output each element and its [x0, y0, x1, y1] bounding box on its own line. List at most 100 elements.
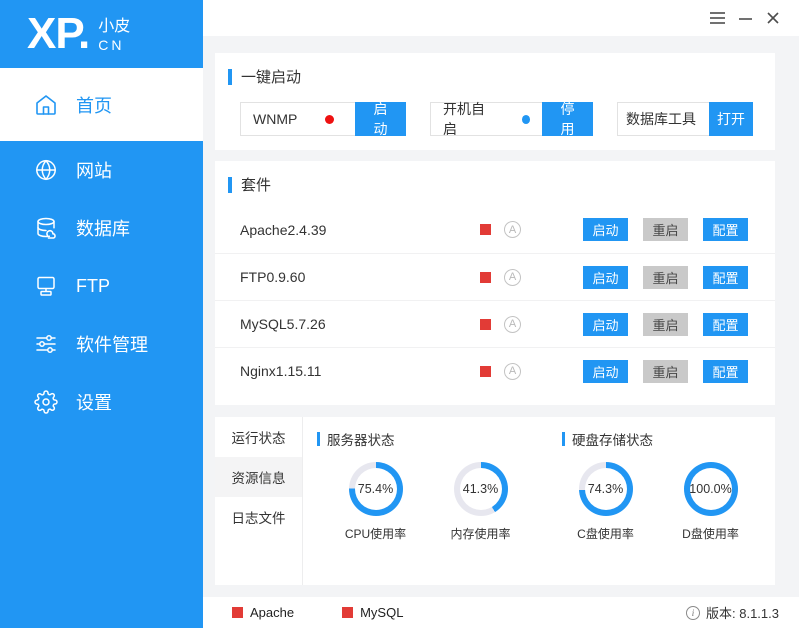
logo-sub-top: 小皮 [98, 17, 131, 35]
quick-group-wnmp: WNMP 启动 [240, 101, 406, 137]
database-icon [33, 215, 59, 241]
server-status-section: 服务器状态 75.4% CPU使用率 41.3% 内存使用率 [303, 429, 548, 585]
monitor-icon [33, 273, 59, 299]
config-button[interactable]: 配置 [703, 265, 748, 289]
gear-icon [33, 389, 59, 415]
start-button[interactable]: 启动 [583, 312, 628, 336]
wnmp-mode-box[interactable]: WNMP [240, 102, 355, 136]
suite-row-mysql: MySQL5.7.26 A 启动 重启 配置 [215, 300, 775, 347]
sidebar-item-website[interactable]: 网站 [0, 141, 203, 199]
quick-group-autostart: 开机自启 停用 [430, 101, 593, 137]
sidebar: XP. 小皮 CN 首页 网站 数据库 FTP 软件管理 设置 [0, 0, 203, 628]
stopped-status-icon [480, 318, 491, 330]
suite-title: 套件 [241, 177, 272, 194]
autostart-disable-button[interactable]: 停用 [541, 101, 593, 137]
config-button[interactable]: 配置 [703, 359, 748, 383]
server-status-title: 服务器状态 [327, 433, 395, 448]
restart-button[interactable]: 重启 [643, 265, 688, 289]
cpu-percent: 75.4% [354, 468, 397, 510]
config-button[interactable]: 配置 [703, 312, 748, 336]
sidebar-item-home[interactable]: 首页 [0, 68, 203, 141]
autostart-badge-icon[interactable]: A [504, 362, 521, 380]
sidebar-item-label: FTP [76, 275, 110, 296]
accent-bar [228, 176, 232, 193]
status-card: 运行状态 资源信息 日志文件 服务器状态 75.4% CPU使用率 41.3% [215, 417, 775, 585]
logo-xp-text: XP. [27, 9, 90, 58]
footer-service-name: Apache [250, 605, 295, 620]
sidebar-item-software[interactable]: 软件管理 [0, 315, 203, 373]
quick-start-title: 一键启动 [241, 69, 302, 86]
logo-sub-bottom: CN [98, 36, 125, 53]
stopped-status-icon [480, 224, 491, 235]
autostart-badge-icon[interactable]: A [504, 221, 521, 238]
status-dot-blue [521, 114, 530, 124]
disk-c-gauge: 74.3% C盘使用率 [553, 462, 658, 542]
disk-status-title: 硬盘存储状态 [572, 433, 653, 448]
dbtool-open-button[interactable]: 打开 [709, 102, 753, 136]
version-label: 版本: 8.1.1.3 [706, 606, 779, 621]
cpu-gauge: 75.4% CPU使用率 [323, 462, 428, 542]
sidebar-item-label: 首页 [76, 95, 112, 116]
start-button[interactable]: 启动 [583, 265, 628, 289]
sidebar-item-database[interactable]: 数据库 [0, 199, 203, 257]
restart-button[interactable]: 重启 [643, 218, 688, 241]
tab-resource-info[interactable]: 资源信息 [215, 457, 302, 497]
disk-d-gauge: 100.0% D盘使用率 [658, 462, 763, 542]
stopped-status-icon [480, 271, 491, 283]
suite-card: 套件 Apache2.4.39 A 启动 重启 配置 FTP0.9.60 A 启… [215, 161, 775, 405]
memory-gauge-label: 内存使用率 [450, 527, 511, 541]
sidebar-item-label: 网站 [76, 161, 112, 181]
service-name: MySQL5.7.26 [240, 316, 326, 332]
minimize-icon[interactable] [731, 5, 759, 31]
status-dot-red [325, 114, 335, 124]
sidebar-item-label: 软件管理 [76, 335, 148, 355]
autostart-badge-icon[interactable]: A [504, 315, 521, 333]
memory-donut: 41.3% [453, 462, 508, 516]
stopped-status-icon [342, 607, 354, 618]
accent-bar [317, 432, 320, 446]
service-name: FTP0.9.60 [240, 269, 306, 285]
autostart-badge-icon[interactable]: A [504, 268, 521, 286]
quick-start-card: 一键启动 WNMP 启动 开机自启 停用 数据库工具 打开 [215, 53, 775, 150]
disk-d-gauge-label: D盘使用率 [682, 527, 739, 541]
disk-c-donut: 74.3% [578, 462, 633, 516]
tab-log-files[interactable]: 日志文件 [215, 497, 302, 537]
sidebar-item-settings[interactable]: 设置 [0, 373, 203, 431]
titlebar [203, 0, 799, 36]
disk-status-section: 硬盘存储状态 74.3% C盘使用率 100.0% D盘使用率 [548, 429, 775, 585]
disk-d-donut: 100.0% [683, 462, 738, 516]
memory-gauge: 41.3% 内存使用率 [428, 462, 533, 542]
tab-running-status[interactable]: 运行状态 [215, 417, 302, 457]
start-all-button[interactable]: 启动 [354, 101, 406, 137]
sliders-icon [33, 331, 59, 357]
app-logo: XP. 小皮 CN [0, 0, 203, 68]
close-icon[interactable] [759, 5, 787, 31]
autostart-box[interactable]: 开机自启 [430, 101, 542, 137]
menu-icon[interactable] [703, 5, 731, 31]
stopped-status-icon [480, 365, 491, 377]
disk-d-percent: 100.0% [689, 468, 732, 510]
start-button[interactable]: 启动 [583, 218, 628, 241]
suite-row-ftp: FTP0.9.60 A 启动 重启 配置 [215, 253, 775, 300]
wnmp-label: WNMP [253, 111, 298, 127]
cpu-donut: 75.4% [348, 462, 403, 516]
suite-row-nginx: Nginx1.15.11 A 启动 重启 配置 [215, 347, 775, 394]
config-button[interactable]: 配置 [703, 218, 748, 241]
version-info: i 版本: 8.1.1.3 [686, 603, 779, 622]
service-name: Apache2.4.39 [240, 221, 327, 238]
disk-c-percent: 74.3% [584, 468, 627, 510]
restart-button[interactable]: 重启 [643, 359, 688, 383]
info-icon[interactable]: i [686, 605, 701, 620]
dbtool-box[interactable]: 数据库工具 [617, 102, 709, 136]
autostart-label: 开机自启 [443, 101, 485, 137]
home-icon [33, 92, 59, 118]
service-name: Nginx1.15.11 [240, 363, 322, 379]
start-button[interactable]: 启动 [583, 359, 628, 383]
memory-percent: 41.3% [459, 468, 502, 510]
sidebar-item-ftp[interactable]: FTP [0, 257, 203, 315]
restart-button[interactable]: 重启 [643, 312, 688, 336]
globe-icon [33, 157, 59, 183]
status-tabs: 运行状态 资源信息 日志文件 [215, 417, 303, 585]
disk-c-gauge-label: C盘使用率 [577, 527, 634, 541]
stopped-status-icon [232, 607, 243, 618]
